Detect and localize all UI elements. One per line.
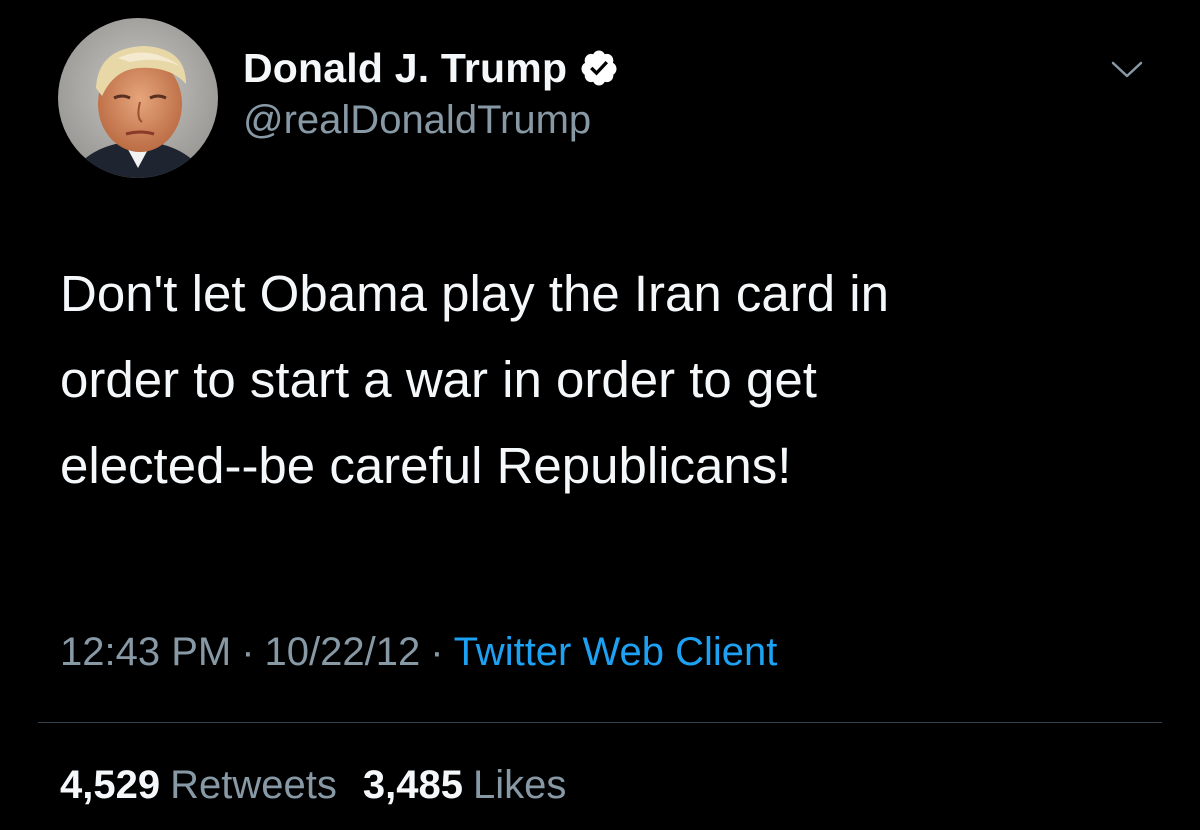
- separator-dot: ·: [430, 630, 444, 674]
- tweet-metadata: 12:43 PM · 10/22/12 · Twitter Web Client: [60, 630, 777, 675]
- tweet-text: Don't let Obama play the Iran card in or…: [60, 251, 1170, 509]
- tweet-time[interactable]: 12:43 PM: [60, 630, 231, 674]
- retweets-stat[interactable]: 4,529 Retweets: [60, 763, 337, 808]
- tweet-date[interactable]: 10/22/12: [265, 630, 421, 674]
- separator-dot: ·: [241, 630, 255, 674]
- tweet-text-line: order to start a war in order to get: [60, 351, 817, 408]
- retweets-count: 4,529: [60, 763, 161, 807]
- likes-label: Likes: [472, 763, 567, 807]
- verified-badge-icon: [579, 48, 619, 88]
- retweets-label: Retweets: [170, 763, 337, 807]
- author-name-row[interactable]: Donald J. Trump: [243, 42, 619, 94]
- tweet-menu-button[interactable]: [1102, 50, 1152, 90]
- avatar[interactable]: [58, 18, 218, 178]
- tweet-text-line: Don't let Obama play the Iran card in: [60, 265, 889, 322]
- tweet-text-line: elected--be careful Republicans!: [60, 437, 792, 494]
- likes-stat[interactable]: 3,485 Likes: [363, 763, 567, 808]
- tweet-source-link[interactable]: Twitter Web Client: [454, 630, 778, 674]
- likes-count: 3,485: [362, 763, 463, 807]
- avatar-image: [58, 18, 218, 178]
- display-name[interactable]: Donald J. Trump: [243, 45, 567, 92]
- author-handle[interactable]: @realDonaldTrump: [243, 98, 591, 143]
- tweet-detail: Donald J. Trump @realDonaldTrump Don't l…: [0, 0, 1200, 830]
- tweet-stats: 4,529 Retweets 3,485 Likes: [60, 763, 592, 808]
- divider: [38, 722, 1162, 723]
- chevron-down-icon: [1111, 61, 1143, 78]
